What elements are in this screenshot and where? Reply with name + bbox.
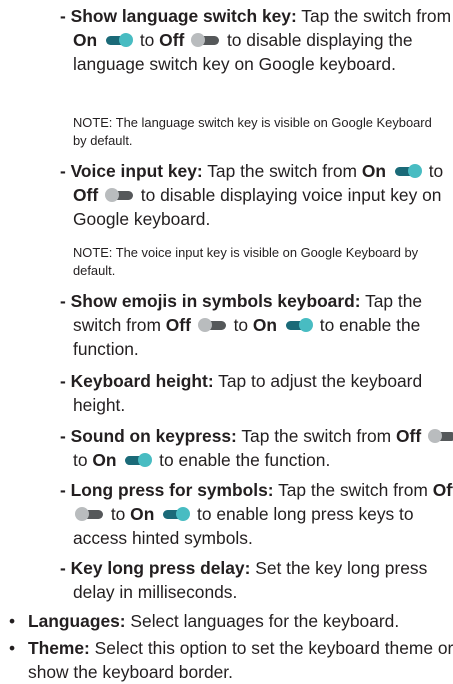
bullet-icon: • xyxy=(9,638,16,658)
toggle-on-icon xyxy=(123,453,153,468)
bullet-title: Theme: xyxy=(28,638,90,658)
setting-title: - Show emojis in symbols keyboard: xyxy=(60,291,361,311)
bullet-text: Select this option to set the keyboard t… xyxy=(28,638,453,683)
toggle-off-icon xyxy=(197,318,227,333)
state-on-label: On xyxy=(130,504,155,525)
setting-title: - Key long press delay: xyxy=(60,558,251,578)
state-off-label: Off xyxy=(396,426,422,446)
state-off-label: Off xyxy=(432,480,453,500)
bullet-title: Languages: xyxy=(28,611,126,631)
setting-keyboard-height: - Keyboard height: Tap to adjust the key… xyxy=(60,369,453,417)
state-off-label: Off xyxy=(159,30,185,51)
setting-title: - Long press for symbols: xyxy=(60,480,274,500)
setting-title: - Keyboard height: xyxy=(60,371,214,391)
setting-key-long-press-delay: - Key long press delay: Set the key long… xyxy=(60,556,453,604)
bullet-languages: • Languages: Select languages for the key… xyxy=(9,609,453,633)
state-off-label: Off xyxy=(73,185,99,206)
toggle-on-icon xyxy=(104,33,133,48)
setting-sound-on-keypress: - Sound on keypress: Tap the switch from… xyxy=(60,424,453,472)
toggle-off-icon xyxy=(191,33,220,48)
setting-long-press-for-symbols: - Long press for symbols: Tap the switch… xyxy=(60,478,453,551)
state-on-label: On xyxy=(361,161,387,181)
setting-show-emojis-in-symbols-keyboard: - Show emojis in symbols keyboard: Tap t… xyxy=(60,291,423,360)
setting-text: Tap the switch from xyxy=(296,6,452,26)
toggle-on-icon xyxy=(161,507,191,522)
toggle-off-icon xyxy=(104,188,134,203)
toggle-off-icon xyxy=(75,507,104,522)
state-on-label: On xyxy=(92,450,117,471)
setting-title: - Show language switch key: xyxy=(60,6,297,26)
document-page: - Show language switch key: Tap the swit… xyxy=(0,0,453,683)
toggle-on-icon xyxy=(284,318,313,333)
state-on-label: On xyxy=(252,315,278,336)
toggle-on-icon xyxy=(393,164,422,178)
setting-title: - Voice input key: xyxy=(60,161,203,181)
note-voice-input-key: NOTE: The voice input key is visible on … xyxy=(73,245,419,278)
bullet-theme: • Theme: Select this option to set the ke… xyxy=(9,636,453,684)
bullet-text: Select languages for the keyboard. xyxy=(125,611,400,631)
setting-show-language-switch-key: - Show language switch key: Tap the swit… xyxy=(60,6,452,75)
state-off-label: Off xyxy=(165,315,191,336)
note-language-switch-key: NOTE: The language switch key is visible… xyxy=(73,115,432,148)
toggle-off-icon xyxy=(427,429,453,443)
setting-title: - Sound on keypress: xyxy=(60,426,237,446)
state-on-label: On xyxy=(73,30,98,51)
bullet-icon: • xyxy=(9,611,16,631)
setting-voice-input-key: - Voice input key: Tap the switch from O… xyxy=(60,161,444,230)
